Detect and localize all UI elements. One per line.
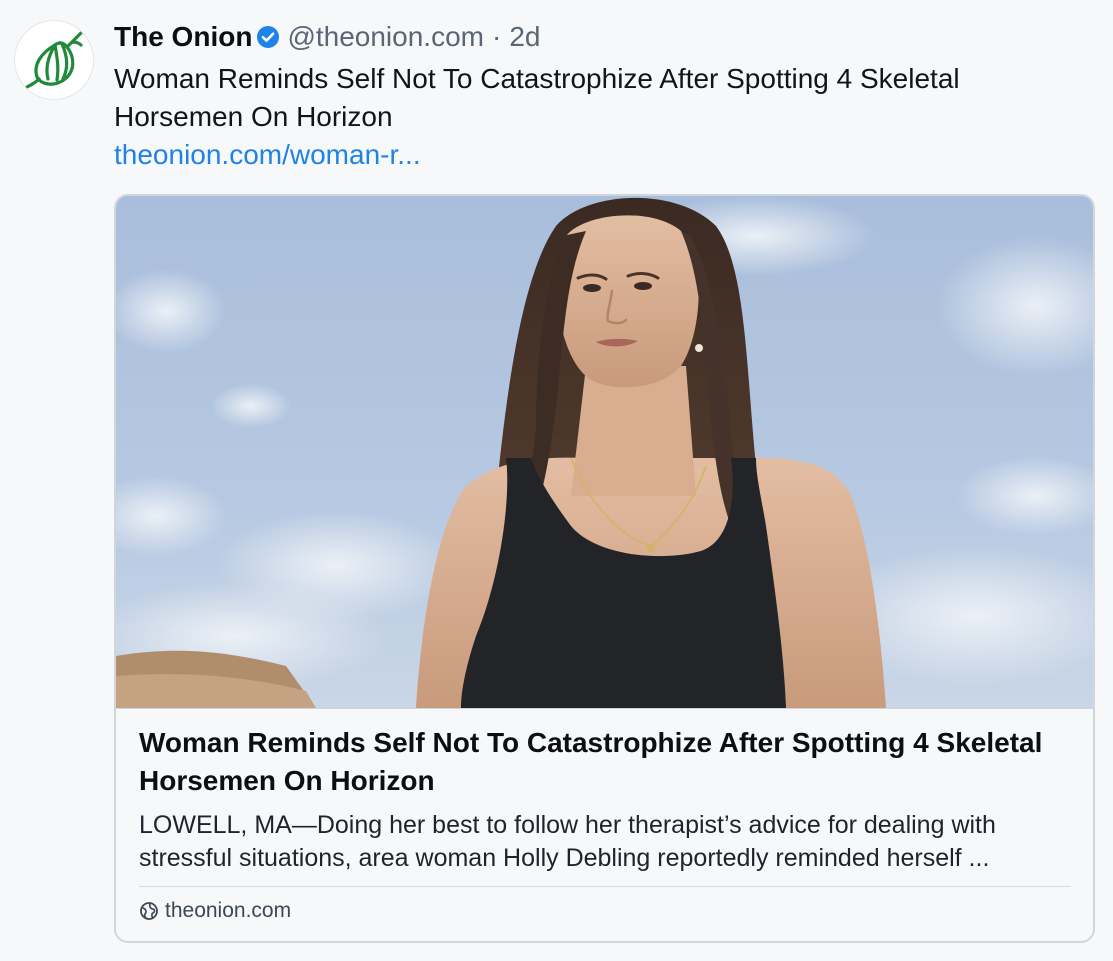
post-age[interactable]: 2d — [509, 21, 540, 53]
post[interactable]: The Onion @theonion.com · 2d Woman Remin… — [0, 0, 1113, 961]
post-link[interactable]: theonion.com/woman-r... — [114, 136, 421, 174]
card-domain[interactable]: theonion.com — [139, 899, 291, 923]
card-domain-text: theonion.com — [165, 899, 292, 922]
author-handle[interactable]: @theonion.com — [287, 21, 484, 53]
card-divider — [139, 886, 1071, 887]
onion-logo-icon — [25, 31, 83, 89]
link-preview-card[interactable]: Woman Reminds Self Not To Catastrophize … — [114, 194, 1095, 943]
avatar[interactable] — [14, 20, 94, 100]
separator-dot: · — [491, 21, 502, 52]
author-name[interactable]: The Onion — [114, 21, 252, 53]
post-header: The Onion @theonion.com · 2d — [114, 18, 540, 56]
card-description: LOWELL, MA—Doing her best to follow her … — [139, 811, 996, 872]
post-text: Woman Reminds Self Not To Catastrophize … — [114, 63, 960, 132]
card-title[interactable]: Woman Reminds Self Not To Catastrophize … — [139, 724, 1079, 800]
verified-badge-icon — [257, 26, 280, 48]
article-photo — [116, 196, 1093, 709]
globe-icon — [140, 902, 158, 920]
